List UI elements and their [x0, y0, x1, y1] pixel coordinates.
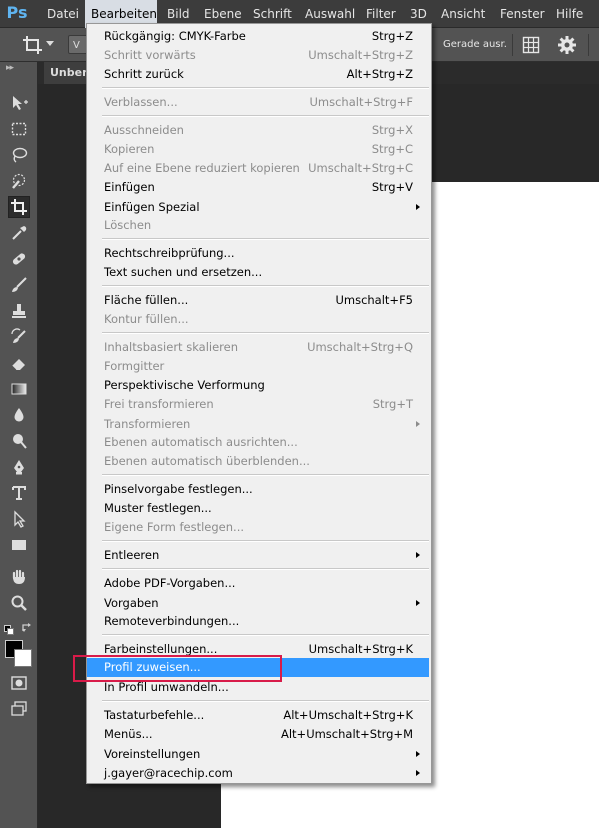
- menu-item-define-pattern[interactable]: Muster festlegen...: [87, 499, 431, 518]
- menu-item-pdf-presets[interactable]: Adobe PDF-Vorgaben...: [87, 574, 431, 593]
- menu-item-auto-align[interactable]: Ebenen automatisch ausrichten...: [87, 433, 431, 452]
- path-selection-tool-icon[interactable]: [8, 508, 30, 530]
- healing-brush-tool-icon[interactable]: [8, 248, 30, 270]
- annotation-highlight-box: [73, 655, 282, 682]
- submenu-arrow-icon: [416, 204, 420, 210]
- menu-item-paste[interactable]: Einfügen Strg+V: [87, 178, 431, 197]
- crop-tool-icon[interactable]: [8, 196, 30, 218]
- menu-item-puppet-warp[interactable]: Formgitter: [87, 357, 431, 376]
- menu-hilfe[interactable]: Hilfe: [550, 0, 589, 28]
- menu-separator: [102, 700, 429, 702]
- menu-item-fade[interactable]: Verblassen... Umschalt+Strg+F: [87, 93, 431, 112]
- submenu-arrow-icon: [416, 600, 420, 606]
- menu-item-copy-merged[interactable]: Auf eine Ebene reduziert kopieren Umschal…: [87, 159, 431, 178]
- menu-item-auto-blend[interactable]: Ebenen automatisch überblenden...: [87, 452, 431, 471]
- menu-item-undo[interactable]: Rückgängig: CMYK-Farbe Strg+Z: [87, 27, 431, 46]
- menu-item-content-aware-scale[interactable]: Inhaltsbasiert skalieren Umschalt+Strg+Q: [87, 338, 431, 357]
- marquee-tool-icon[interactable]: [8, 118, 30, 140]
- menu-item-presets[interactable]: Vorgaben: [87, 594, 431, 613]
- menu-item-preferences[interactable]: Voreinstellungen: [87, 745, 431, 764]
- menu-separator: [102, 285, 429, 287]
- menu-item-paste-special[interactable]: Einfügen Spezial: [87, 198, 431, 217]
- menu-item-clear[interactable]: Löschen: [87, 216, 431, 235]
- swap-colors-icon[interactable]: [21, 619, 33, 632]
- menu-item-define-brush[interactable]: Pinselvorgabe festlegen...: [87, 480, 431, 499]
- default-colors-icon[interactable]: [4, 620, 14, 635]
- menu-item-find-replace[interactable]: Text suchen und ersetzen...: [87, 263, 431, 282]
- lasso-tool-icon[interactable]: [8, 144, 30, 166]
- menu-separator: [102, 474, 429, 476]
- gradient-tool-icon[interactable]: [8, 378, 30, 400]
- quick-selection-tool-icon[interactable]: [8, 170, 30, 192]
- stamp-tool-icon[interactable]: [8, 300, 30, 322]
- menu-item-step-backward[interactable]: Schritt zurück Alt+Strg+Z: [87, 65, 431, 84]
- hand-tool-icon[interactable]: [8, 566, 30, 588]
- menu-item-transform[interactable]: Transformieren: [87, 415, 431, 434]
- menu-separator: [102, 115, 429, 117]
- submenu-arrow-icon: [416, 751, 420, 757]
- background-color-swatch[interactable]: [14, 649, 32, 667]
- quick-mask-icon[interactable]: [8, 672, 30, 694]
- menu-separator: [102, 634, 429, 636]
- divider: [588, 34, 589, 56]
- menu-item-define-shape[interactable]: Eigene Form festlegen...: [87, 518, 431, 537]
- straighten-button[interactable]: Gerade ausr.: [443, 28, 507, 62]
- brush-tool-icon[interactable]: [8, 274, 30, 296]
- pen-tool-icon[interactable]: [8, 456, 30, 478]
- menu-item-stroke[interactable]: Kontur füllen...: [87, 310, 431, 329]
- menu-separator: [102, 332, 429, 334]
- eyedropper-tool-icon[interactable]: [8, 222, 30, 244]
- menu-item-spell-check[interactable]: Rechtschreibprüfung...: [87, 244, 431, 263]
- dodge-tool-icon[interactable]: [8, 430, 30, 452]
- menu-fenster[interactable]: Fenster: [494, 0, 551, 28]
- photoshop-logo: Ps: [6, 3, 28, 22]
- history-brush-tool-icon[interactable]: [8, 326, 30, 348]
- rectangle-tool-icon[interactable]: [8, 534, 30, 556]
- ratio-select[interactable]: V: [68, 35, 88, 54]
- menu-item-copy[interactable]: Kopieren Strg+C: [87, 140, 431, 159]
- submenu-arrow-icon: [416, 552, 420, 558]
- move-tool-icon[interactable]: [8, 92, 30, 114]
- menu-item-keyboard-shortcuts[interactable]: Tastaturbefehle... Alt+Umschalt+Strg+K: [87, 706, 431, 725]
- collapse-icon[interactable]: ▸▸: [6, 63, 14, 73]
- menu-item-remote-connections[interactable]: Remoteverbindungen...: [87, 612, 431, 631]
- submenu-arrow-icon: [416, 421, 420, 427]
- type-tool-icon[interactable]: [8, 482, 30, 504]
- menu-separator: [102, 540, 429, 542]
- toolbox: ▸▸: [0, 62, 38, 828]
- menu-item-cut[interactable]: Ausschneiden Strg+X: [87, 121, 431, 140]
- menu-item-account[interactable]: j.gayer@racechip.com: [87, 764, 431, 783]
- chevron-down-icon[interactable]: [46, 41, 54, 46]
- eraser-tool-icon[interactable]: [8, 352, 30, 374]
- menu-separator: [102, 568, 429, 570]
- menu-ansicht[interactable]: Ansicht: [435, 0, 491, 28]
- blur-tool-icon[interactable]: [8, 404, 30, 426]
- zoom-tool-icon[interactable]: [8, 592, 30, 614]
- divider: [512, 34, 513, 56]
- menu-item-perspective-warp[interactable]: Perspektivische Verformung: [87, 376, 431, 395]
- menu-item-purge[interactable]: Entleeren: [87, 546, 431, 565]
- crop-icon[interactable]: [22, 35, 44, 55]
- menu-item-fill[interactable]: Fläche füllen... Umschalt+F5: [87, 291, 431, 310]
- gear-icon[interactable]: [557, 35, 577, 55]
- menu-item-free-transform[interactable]: Frei transformieren Strg+T: [87, 395, 431, 414]
- menu-item-step-forward[interactable]: Schritt vorwärts Umschalt+Strg+Z: [87, 46, 431, 65]
- menu-datei[interactable]: Datei: [41, 0, 85, 28]
- screen-mode-icon[interactable]: [8, 698, 30, 720]
- menu-item-menus[interactable]: Menüs... Alt+Umschalt+Strg+M: [87, 725, 431, 744]
- submenu-arrow-icon: [416, 770, 420, 776]
- menu-separator: [102, 87, 429, 89]
- grid-overlay-icon[interactable]: [522, 36, 540, 54]
- menu-separator: [102, 238, 429, 240]
